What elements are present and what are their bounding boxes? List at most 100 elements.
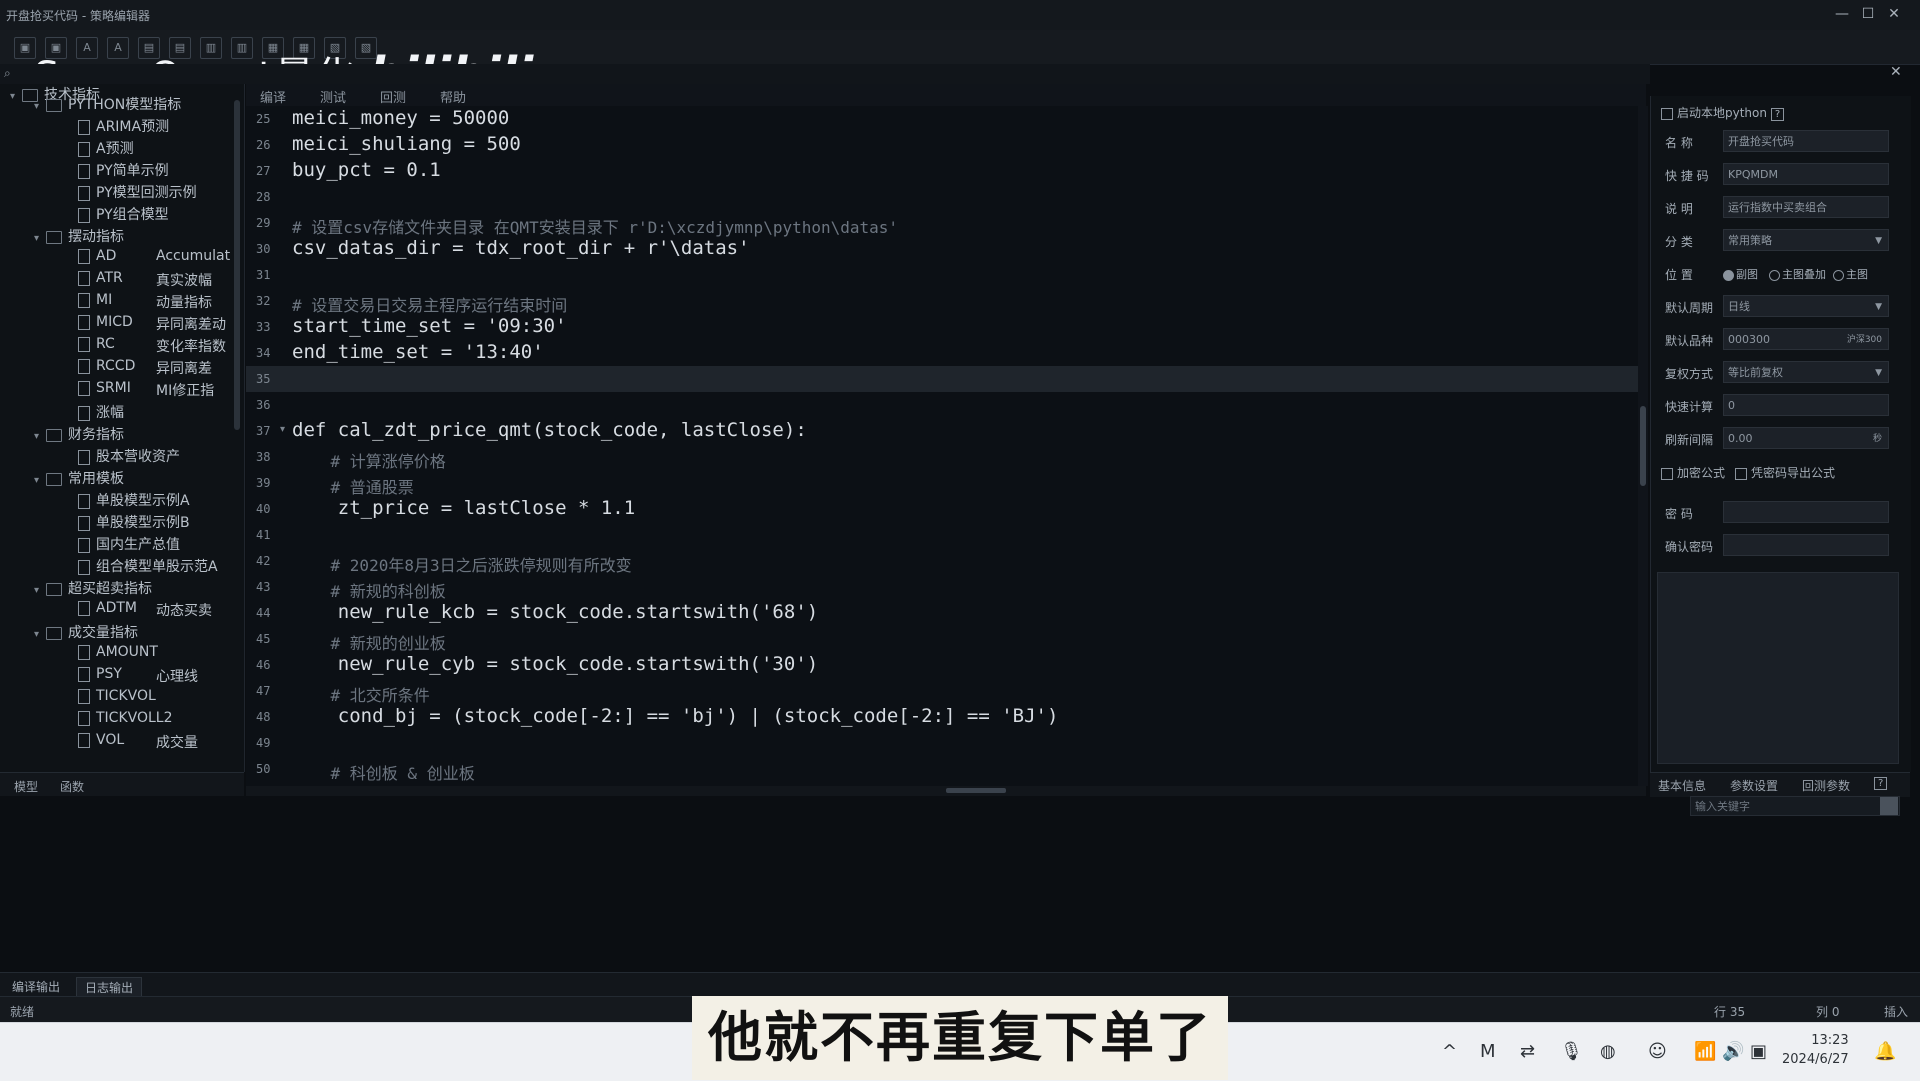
position-radio-0[interactable]: 副图 xyxy=(1723,266,1758,282)
search-icon[interactable]: ⌕ xyxy=(4,66,11,81)
tree-item[interactable]: 国内生产总值 xyxy=(78,534,180,554)
tab-log-output[interactable]: 日志输出 xyxy=(76,977,143,998)
code-line[interactable]: 33 start_time_set = '09:30' xyxy=(246,314,1638,340)
name-field[interactable]: 开盘抢买代码 xyxy=(1723,130,1889,152)
tree-folder[interactable]: ▾ PYTHON模型指标 xyxy=(34,94,181,114)
collapse-icon[interactable]: ▾ xyxy=(34,475,46,486)
password-input[interactable] xyxy=(1723,501,1889,523)
notification-bell-icon[interactable]: 🔔 xyxy=(1874,1041,1896,1062)
tree-scrollbar[interactable] xyxy=(234,100,240,430)
tree-folder[interactable]: ▾ 超买超卖指标 xyxy=(34,578,152,598)
wifi-icon[interactable]: 📶 xyxy=(1694,1041,1716,1062)
enable-python-checkbox[interactable]: 启动本地python ? xyxy=(1661,104,1785,121)
maximize-button[interactable]: ☐ xyxy=(1856,4,1880,24)
code-editor[interactable]: 25 meici_money = 50000 26 meici_shuliang = … xyxy=(246,106,1638,786)
tree-item[interactable]: TICKVOL xyxy=(78,688,156,704)
keyword-search-input[interactable]: 输入关键字 xyxy=(1690,796,1900,816)
tree-item[interactable]: 单股模型示例A xyxy=(78,490,190,510)
collapse-icon[interactable]: ▾ xyxy=(34,101,46,112)
close-button[interactable]: ✕ xyxy=(1882,4,1906,24)
code-line[interactable]: 44 new_rule_kcb = stock_code.startswith(… xyxy=(246,600,1638,626)
collapse-icon[interactable]: ▾ xyxy=(34,233,46,244)
export-password-checkbox[interactable]: 凭密码导出公式 xyxy=(1735,464,1835,481)
code-line[interactable]: 41 xyxy=(246,522,1638,548)
adjust-mode-field[interactable]: 等比前复权 ▼ xyxy=(1723,361,1889,383)
code-line[interactable]: 37 ▾ def cal_zdt_price_qmt(stock_code, las… xyxy=(246,418,1638,444)
default-symbol-field[interactable]: 000300 沪深300 xyxy=(1723,328,1889,350)
minimize-button[interactable]: — xyxy=(1830,4,1854,24)
category-field[interactable]: 常用策略 ▼ xyxy=(1723,229,1889,251)
tab-function[interactable]: 函数 xyxy=(54,777,90,796)
collapse-icon[interactable]: ▾ xyxy=(10,91,22,102)
fold-icon[interactable]: ▾ xyxy=(280,424,285,435)
test-button[interactable]: 测试 xyxy=(320,87,346,106)
tree-item[interactable]: PSY 心理线 xyxy=(78,666,198,685)
meeting-icon[interactable]: M xyxy=(1480,1041,1496,1062)
usage-note-textarea[interactable] xyxy=(1657,572,1899,764)
code-line[interactable]: 32 # 设置交易日交易主程序运行结束时间 xyxy=(246,288,1638,315)
code-line[interactable]: 43 # 新规的科创板 xyxy=(246,574,1638,601)
code-line[interactable]: 39 # 普通股票 xyxy=(246,470,1638,497)
tree-item[interactable]: 组合模型单股示范A xyxy=(78,556,218,576)
tree-item[interactable]: PY模型回测示例 xyxy=(78,182,197,202)
code-line[interactable]: 50 # 科创板 & 创业板 xyxy=(246,756,1638,783)
tree-item[interactable]: PY简单示例 xyxy=(78,160,169,180)
confirm-password-input[interactable] xyxy=(1723,534,1889,556)
tree-item[interactable]: 涨幅 xyxy=(78,402,124,422)
code-line[interactable]: 35 xyxy=(246,366,1638,392)
tree-item[interactable]: RC 变化率指数 xyxy=(78,336,226,355)
clock[interactable]: 13:23 2024/6/27 xyxy=(1782,1031,1849,1069)
tab-compile-output[interactable]: 编译输出 xyxy=(4,977,68,996)
tree-folder[interactable]: ▾ 常用模板 xyxy=(34,468,124,488)
code-line[interactable]: 46 new_rule_cyb = stock_code.startswith(… xyxy=(246,652,1638,678)
tab-backtest-params[interactable]: 回测参数 xyxy=(1802,777,1850,794)
help-icon[interactable]: ? xyxy=(1770,108,1785,121)
position-radio-1[interactable]: 主图叠加 xyxy=(1769,266,1826,282)
code-line[interactable]: 31 xyxy=(246,262,1638,288)
chevron-down-icon[interactable]: ▼ xyxy=(1875,230,1882,252)
show-hidden-icons[interactable]: ^ xyxy=(1442,1041,1457,1062)
tree-item[interactable]: ARIMA预测 xyxy=(78,116,169,136)
tree-item[interactable]: AMOUNT xyxy=(78,644,158,660)
chevron-down-icon[interactable]: ▼ xyxy=(1875,296,1882,318)
fast-calc-field[interactable]: 0 xyxy=(1723,394,1889,416)
tree-item[interactable]: 股本营收资产 xyxy=(78,446,180,466)
code-line[interactable]: 49 xyxy=(246,730,1638,756)
tree-item[interactable]: MICD 异同离差动 xyxy=(78,314,226,333)
tree-item[interactable]: RCCD 异同离差 xyxy=(78,358,212,377)
editor-vertical-scrollbar[interactable] xyxy=(1638,106,1648,786)
code-line[interactable]: 40 zt_price = lastClose * 1.1 xyxy=(246,496,1638,522)
code-line[interactable]: 47 # 北交所条件 xyxy=(246,678,1638,705)
code-line[interactable]: 38 # 计算涨停价格 xyxy=(246,444,1638,471)
tab-help-icon[interactable]: ? xyxy=(1874,777,1888,790)
scroll-thumb[interactable] xyxy=(1640,406,1646,486)
vpn-icon[interactable]: ◍ xyxy=(1600,1041,1616,1062)
search-button[interactable] xyxy=(1880,797,1898,815)
tree-folder[interactable]: ▾ 成交量指标 xyxy=(34,622,138,642)
tree-item[interactable]: VOL 成交量 xyxy=(78,732,198,751)
code-line[interactable]: 42 # 2020年8月3日之后涨跌停规则有所改变 xyxy=(246,548,1638,575)
chevron-down-icon[interactable]: ▼ xyxy=(1875,362,1882,384)
battery-icon[interactable]: ▣ xyxy=(1750,1041,1767,1062)
tree-item[interactable]: ADTM 动态买卖 xyxy=(78,600,212,619)
sync-icon[interactable]: ⇄ xyxy=(1520,1041,1535,1062)
refresh-interval-field[interactable]: 0.00 秒 xyxy=(1723,427,1889,449)
code-line[interactable]: 30 csv_datas_dir = tdx_root_dir + r'\data… xyxy=(246,236,1638,262)
save-icon[interactable]: ▣ xyxy=(14,37,36,59)
tab-model[interactable]: 模型 xyxy=(8,777,44,796)
code-line[interactable]: 26 meici_shuliang = 500 xyxy=(246,132,1638,158)
compile-button[interactable]: 编译 xyxy=(260,87,286,106)
editor-horizontal-scrollbar[interactable] xyxy=(246,786,1646,796)
collapse-icon[interactable]: ▾ xyxy=(34,431,46,442)
volume-icon[interactable]: 🔊 xyxy=(1722,1041,1744,1062)
code-line[interactable]: 27 buy_pct = 0.1 xyxy=(246,158,1638,184)
tree-item[interactable]: MI 动量指标 xyxy=(78,292,212,311)
description-field[interactable]: 运行指数中买卖组合 xyxy=(1723,196,1889,218)
code-line[interactable]: 28 xyxy=(246,184,1638,210)
help-button[interactable]: 帮助 xyxy=(440,87,466,106)
tree-item[interactable]: 单股模型示例B xyxy=(78,512,190,532)
tree-item[interactable]: AD Accumulat xyxy=(78,248,230,264)
tree-item[interactable]: A预测 xyxy=(78,138,134,158)
tree-item[interactable]: PY组合模型 xyxy=(78,204,169,224)
close-panel-icon[interactable]: ✕ xyxy=(1890,64,1902,80)
